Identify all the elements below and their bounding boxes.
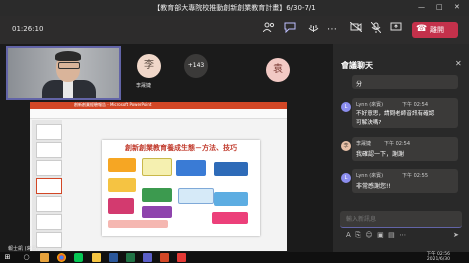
- chat-message-text: 我確認一下，謝謝: [356, 151, 405, 158]
- slide-box: [142, 188, 172, 202]
- slide-box: [178, 188, 214, 204]
- more-compose-icon[interactable]: ⋯: [399, 231, 406, 239]
- chat-compose-box[interactable]: [340, 211, 462, 228]
- slide-box: [108, 198, 134, 214]
- phone-hangup-icon: ☎: [416, 24, 428, 34]
- window-title: 【教育部大專院校推動創新創業教育計畫】6/30-7/1: [153, 4, 316, 12]
- powerpoint-icon[interactable]: [160, 253, 169, 262]
- chat-title: 會議聊天: [341, 61, 373, 70]
- chat-message: [352, 75, 458, 89]
- pdf-icon[interactable]: [177, 253, 186, 262]
- search-icon[interactable]: ○: [22, 253, 31, 262]
- participants-icon[interactable]: [261, 22, 277, 38]
- slide-box: [142, 206, 172, 218]
- reactions-icon[interactable]: [305, 22, 321, 38]
- slide-box: [108, 158, 136, 172]
- share-screen-icon[interactable]: [388, 22, 404, 38]
- meeting-timer: 01:26:10: [12, 25, 44, 33]
- chrome-icon[interactable]: [57, 253, 66, 262]
- slide-box: [142, 158, 172, 176]
- file-explorer-icon[interactable]: [40, 253, 49, 262]
- chat-sender: Lynn (來賓): [356, 173, 384, 179]
- chat-message-text: 非常感謝您!!: [356, 183, 391, 190]
- chat-input[interactable]: [346, 214, 446, 224]
- presentation-slide: 創新創業教育養成生態－方法、技巧: [102, 140, 260, 236]
- slide-thumbnail: [36, 124, 62, 140]
- window-titlebar: 【教育部大專院校推動創新創業教育計畫】6/30-7/1 — □ ✕: [0, 0, 469, 16]
- ppt-ribbon: [30, 109, 287, 119]
- chat-time: 下午 02:55: [402, 173, 428, 179]
- emoji-icon[interactable]: ☺: [365, 231, 372, 239]
- participant-avatar-yuan[interactable]: 袁: [266, 58, 290, 82]
- slide-box: [108, 220, 168, 228]
- chat-sender: Lynn (來賓): [356, 102, 384, 108]
- clock[interactable]: 下午 02:56 2021/6/30: [414, 252, 450, 262]
- send-icon[interactable]: ➤: [453, 231, 459, 239]
- mic-off-icon[interactable]: [368, 21, 384, 38]
- camera-off-icon[interactable]: [348, 21, 364, 38]
- slide-thumbnail: [36, 142, 62, 158]
- minimize-button[interactable]: —: [418, 3, 425, 11]
- start-icon[interactable]: ⊞: [3, 253, 12, 262]
- chat-icon[interactable]: [282, 22, 298, 38]
- chat-avatar: L: [341, 173, 351, 183]
- slide-thumbnail-pane: [32, 120, 62, 251]
- presenter-shirt: [63, 80, 73, 98]
- slide-thumbnail: [36, 160, 62, 176]
- presenter-glasses: [58, 62, 80, 69]
- chat-time: 下午 02:54: [384, 141, 410, 147]
- ppt-titlebar: 創新創業經驗報告 - Microsoft PowerPoint: [30, 102, 287, 109]
- more-participants-badge[interactable]: +143: [184, 54, 208, 78]
- maximize-button[interactable]: □: [436, 3, 443, 11]
- chat-avatar: L: [341, 102, 351, 112]
- slide-box: [176, 160, 206, 176]
- line-icon[interactable]: [74, 253, 83, 262]
- slide-thumbnail: [36, 232, 62, 248]
- slide-box: [212, 212, 248, 224]
- slide-thumbnail: [36, 214, 62, 230]
- participant-name-li: 李晟婕: [136, 83, 152, 89]
- compose-toolbar: A ⎘ ☺ ▣ ▤ ⋯: [346, 231, 406, 240]
- slide-box: [214, 162, 248, 176]
- clock-date: 2021/6/30: [426, 257, 450, 262]
- ppt-app-title: 創新創業經驗報告 - Microsoft PowerPoint: [74, 102, 152, 107]
- more-options-icon[interactable]: ⋯: [324, 22, 340, 38]
- participant-avatar-li[interactable]: 李: [137, 54, 161, 78]
- slide-thumbnail: [36, 196, 62, 212]
- slide-box: [214, 192, 248, 206]
- self-video-label: 報士凱 (來賓): [8, 246, 39, 252]
- presenter-hair: [55, 51, 81, 61]
- slide-box: [108, 178, 136, 192]
- chat-time: 下午 02:54: [402, 102, 428, 108]
- leave-meeting-button[interactable]: ☎ 離開: [412, 22, 458, 38]
- attach-icon[interactable]: ⎘: [355, 231, 361, 239]
- windows-taskbar: ⊞ ○ 下午 02:56 2021/6/30: [0, 252, 469, 263]
- slide-thumbnail-active: [36, 178, 62, 194]
- slide-title: 創新創業教育養成生態－方法、技巧: [125, 144, 237, 152]
- chat-message-text: 不好意思，請問老師音訊有確認: [356, 111, 435, 117]
- leave-label: 離開: [430, 26, 444, 34]
- gif-icon[interactable]: ▣: [377, 231, 384, 239]
- presenter-video[interactable]: [6, 46, 121, 100]
- excel-icon[interactable]: [126, 253, 135, 262]
- teams-icon[interactable]: [143, 253, 152, 262]
- chat-message-text-cont: 可解決嗎?: [356, 120, 382, 126]
- chat-avatar: 李: [341, 141, 351, 151]
- format-icon[interactable]: A: [346, 231, 351, 239]
- window-close-button[interactable]: ✕: [454, 3, 460, 11]
- sticker-icon[interactable]: ▤: [388, 231, 395, 239]
- word-icon[interactable]: [109, 253, 118, 262]
- chat-close-icon[interactable]: ✕: [455, 59, 462, 68]
- folder-icon[interactable]: [92, 253, 101, 262]
- meeting-toolbar: 01:26:10 ⋯: [0, 16, 469, 44]
- chat-sender: 李晟婕: [356, 141, 372, 147]
- chat-message-text: 分: [356, 81, 363, 88]
